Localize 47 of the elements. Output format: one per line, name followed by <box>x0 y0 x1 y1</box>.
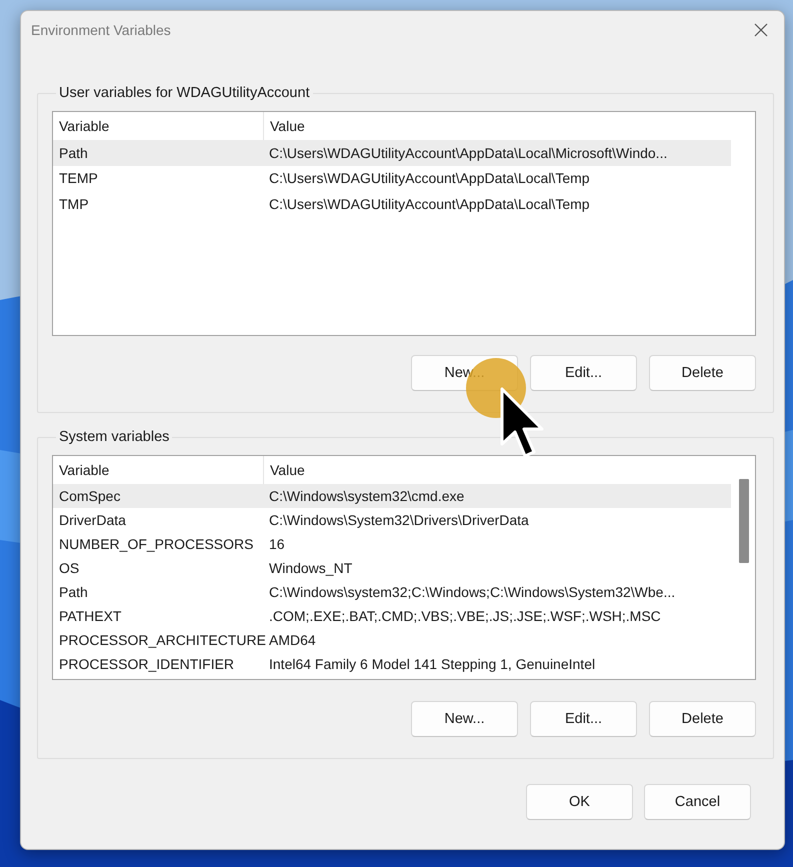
variable-value: .COM;.EXE;.BAT;.CMD;.VBS;.VBE;.JS;.JSE;.WSF;.WSH;.MSC <box>268 608 662 624</box>
variable-row[interactable]: PROCESSOR_ARCHITECTURE AMD64 <box>53 628 731 652</box>
variable-name: TMP <box>58 196 90 212</box>
variable-name: Path <box>58 144 89 161</box>
variable-value: C:\Windows\System32\Drivers\DriverData <box>268 512 530 528</box>
variable-row[interactable]: Path C:\Windows\system32;C:\Windows;C:\Windows\System32\Wbe... <box>53 580 731 604</box>
variable-value: C:\Users\WDAGUtilityAccount\AppData\Local\Microsoft\Windo... <box>268 144 668 161</box>
variable-row[interactable]: TEMP C:\Users\WDAGUtilityAccount\AppData\Local\Temp <box>53 166 731 191</box>
column-header[interactable]: Value <box>264 118 731 134</box>
variable-name: PATHEXT <box>58 608 122 624</box>
variable-value: C:\Users\WDAGUtilityAccount\AppData\Local\Temp <box>268 196 591 212</box>
action-button[interactable]: Delete <box>649 355 756 391</box>
variable-row[interactable]: DriverData C:\Windows\System32\Drivers\DriverData <box>53 508 731 532</box>
variable-row[interactable]: PROCESSOR_IDENTIFIER Intel64 Family 6 Model 141 Stepping 1, GenuineIntel <box>53 652 731 676</box>
action-button[interactable]: New... <box>411 701 518 737</box>
variable-name: PROCESSOR_IDENTIFIER <box>58 656 236 672</box>
variable-name: OS <box>58 560 80 576</box>
variable-name: NUMBER_OF_PROCESSORS <box>58 536 254 552</box>
variable-value: C:\Windows\system32\cmd.exe <box>268 488 466 504</box>
dialog-button[interactable]: OK <box>526 784 633 820</box>
variable-name: DriverData <box>58 512 127 528</box>
variable-value: C:\Windows\system32;C:\Windows;C:\Windows\System32\Wbe... <box>268 584 676 600</box>
variable-row[interactable]: Path C:\Users\WDAGUtilityAccount\AppData\Local\Microsoft\Windo... <box>53 140 731 166</box>
variable-name: PROCESSOR_ARCHITECTURE <box>58 632 263 648</box>
variable-value: C:\Users\WDAGUtilityAccount\AppData\Local\Temp <box>268 170 591 186</box>
variable-value: Intel64 Family 6 Model 141 Stepping 1, GenuineIntel <box>268 656 596 672</box>
group-title: User variables for WDAGUtilityAccount <box>58 85 311 101</box>
group-title: System variables <box>58 429 170 445</box>
column-header[interactable]: Value <box>264 462 731 478</box>
variable-row[interactable]: OS Windows_NT <box>53 556 731 580</box>
window-title: Environment Variables <box>31 22 171 38</box>
variable-row[interactable]: NUMBER_OF_PROCESSORS 16 <box>53 532 731 556</box>
variable-row[interactable]: ComSpec C:\Windows\system32\cmd.exe <box>53 484 731 508</box>
variable-row[interactable]: TMP C:\Users\WDAGUtilityAccount\AppData\Local\Temp <box>53 191 731 216</box>
dialog-button[interactable]: Cancel <box>644 784 751 820</box>
variable-value: 16 <box>268 536 286 552</box>
variable-name: Path <box>58 584 89 600</box>
action-button[interactable]: Delete <box>649 701 756 737</box>
variable-value: Windows_NT <box>268 560 354 576</box>
variable-name: ComSpec <box>58 488 122 504</box>
scrollbar-thumb[interactable] <box>739 479 749 563</box>
variable-row[interactable]: PATHEXT .COM;.EXE;.BAT;.CMD;.VBS;.VBE;.JS;.JSE;.WSF;.WSH;.MSC <box>53 604 731 628</box>
variable-name: TEMP <box>58 170 99 186</box>
variable-value: AMD64 <box>268 632 317 648</box>
action-button[interactable]: Edit... <box>530 701 637 737</box>
close-icon[interactable] <box>754 23 768 37</box>
action-button[interactable]: Edit... <box>530 355 637 391</box>
